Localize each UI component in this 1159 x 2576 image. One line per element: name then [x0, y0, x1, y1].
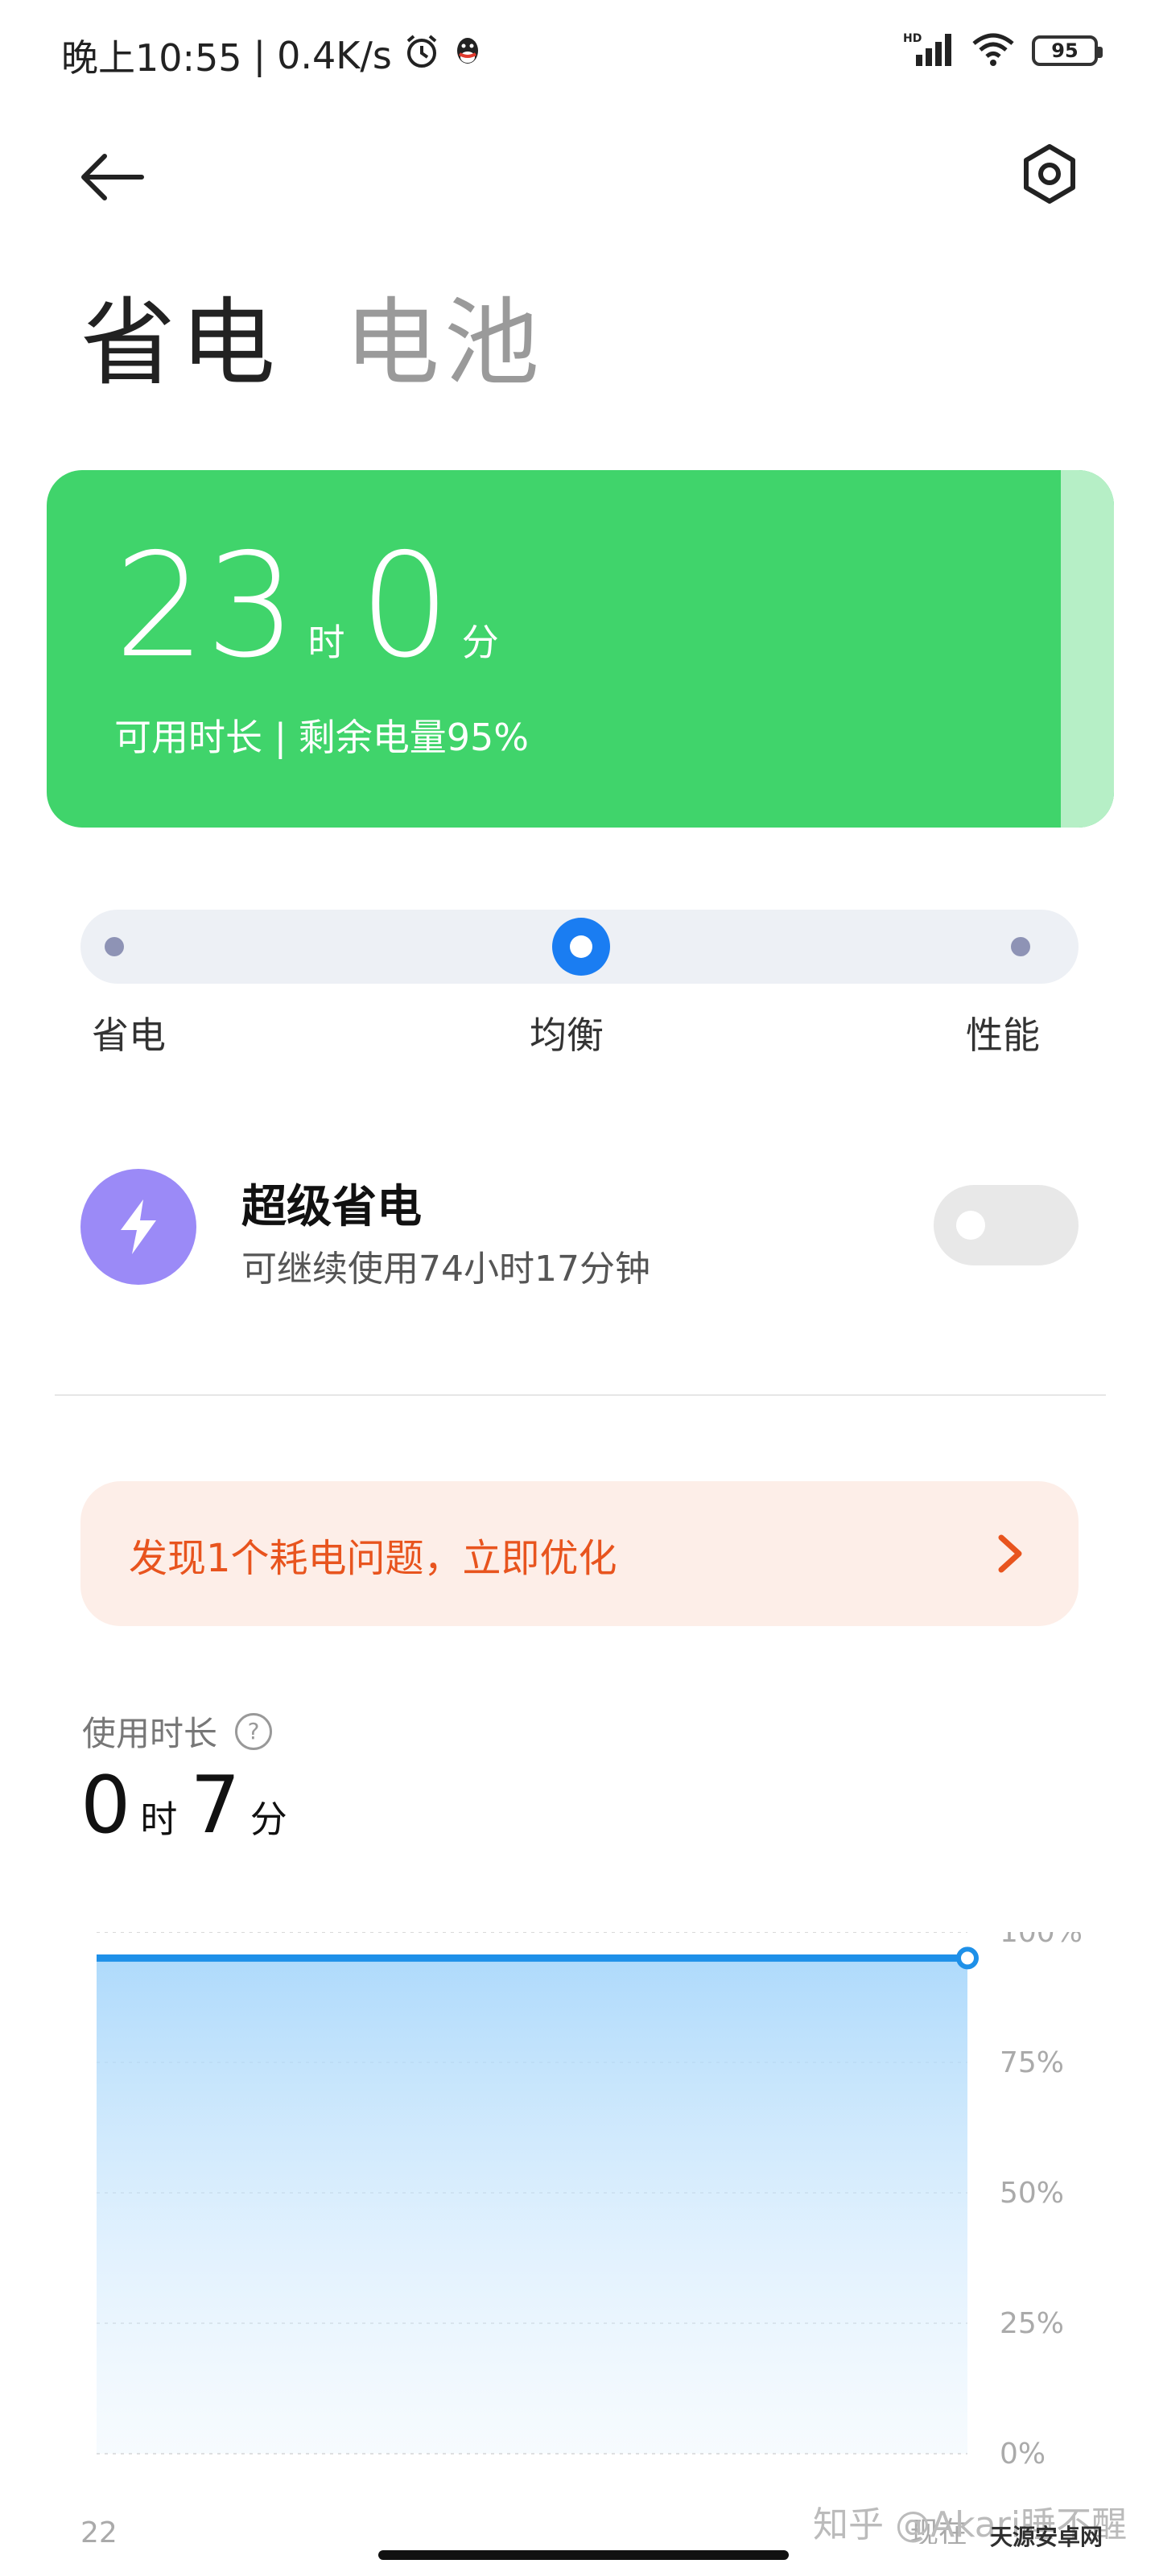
- optimize-banner[interactable]: 发现1个耗电问题，立即优化: [80, 1481, 1079, 1626]
- battery-card-edge: [1061, 470, 1114, 828]
- super-saver-toggle[interactable]: [934, 1185, 1079, 1265]
- area-fill: [97, 1958, 967, 2454]
- wifi-icon: [971, 31, 1016, 71]
- y-tick-label: 100%: [1000, 1932, 1083, 1949]
- status-time: 晚上10:55: [61, 36, 242, 80]
- battery-card-subtitle: 可用时长 | 剩余电量95%: [114, 716, 529, 759]
- home-indicator[interactable]: [378, 2550, 789, 2560]
- usage-minutes-unit: 分: [250, 1798, 287, 1841]
- mode-label-saving[interactable]: 省电: [92, 1006, 166, 1059]
- status-bar: 晚上10:55 | 0.4K/s HD 95: [0, 0, 1159, 105]
- qq-icon: [452, 33, 484, 79]
- alarm-icon: [403, 33, 440, 79]
- section-divider: [55, 1394, 1106, 1396]
- battery-level: 95: [1051, 39, 1079, 62]
- usage-label: 使用时长 ?: [82, 1707, 273, 1756]
- usage-hours: 0: [80, 1760, 131, 1852]
- mode-label-performance[interactable]: 性能: [966, 1006, 1040, 1059]
- lightning-icon: [121, 1199, 156, 1254]
- usage-label-text: 使用时长: [82, 1714, 218, 1753]
- signal-icon: HD: [903, 31, 955, 71]
- usage-value: 0 时 7 分: [80, 1766, 300, 1845]
- mode-slider-knob[interactable]: [552, 918, 610, 976]
- y-tick-label: 50%: [1000, 2177, 1064, 2210]
- network-speed: 0.4K/s: [277, 34, 392, 77]
- watermark-logo: 天源安卓网: [990, 2524, 1103, 2550]
- remaining-hours: 23: [114, 522, 297, 689]
- super-saver-title: 超级省电: [241, 1181, 422, 1233]
- minutes-unit: 分: [461, 621, 499, 664]
- remaining-time: 23 时 0 分: [114, 535, 514, 678]
- tab-battery[interactable]: 电池: [344, 266, 544, 403]
- gear-icon: [1024, 144, 1075, 204]
- status-separator: |: [253, 34, 266, 77]
- toggle-knob: [956, 1211, 985, 1240]
- chart-y-axis: 100% 75% 50% 25% 0%: [1000, 1932, 1083, 2471]
- remaining-minutes: 0: [359, 522, 451, 689]
- battery-time-card: 23 时 0 分 可用时长 | 剩余电量95%: [47, 470, 1114, 828]
- usage-hours-unit: 时: [140, 1798, 178, 1841]
- battery-chart: 100%75%50%25%0% 22 现在: [80, 1932, 1083, 2544]
- mode-dot-saving[interactable]: [105, 937, 124, 956]
- hd-label: HD: [903, 32, 922, 45]
- back-arrow-icon: [81, 154, 144, 200]
- chart-series: [97, 1946, 979, 2454]
- super-saver-icon-wrap: [80, 1169, 196, 1285]
- mode-dot-performance[interactable]: [1011, 937, 1030, 956]
- y-tick-label: 25%: [1000, 2307, 1064, 2340]
- data-point: [956, 1946, 979, 1970]
- usage-minutes: 7: [190, 1760, 241, 1852]
- hours-unit: 时: [307, 621, 345, 664]
- status-right: HD 95: [903, 31, 1103, 71]
- battery-page: 晚上10:55 | 0.4K/s HD 95 省电 电池 23 时 0 分 可用…: [0, 0, 1159, 2576]
- super-saver-subtitle: 可继续使用74小时17分钟: [241, 1249, 650, 1290]
- x-tick-label: 22: [80, 2516, 118, 2544]
- battery-indicator: 95: [1032, 35, 1103, 66]
- chevron-right-icon: [998, 1534, 1022, 1573]
- status-left: 晚上10:55 | 0.4K/s: [61, 29, 484, 82]
- mode-label-balanced[interactable]: 均衡: [530, 1006, 604, 1059]
- optimize-text: 发现1个耗电问题，立即优化: [129, 1536, 617, 1581]
- settings-button[interactable]: [1009, 134, 1090, 214]
- y-tick-label: 75%: [1000, 2046, 1064, 2079]
- help-icon[interactable]: ?: [235, 1712, 273, 1750]
- power-mode-slider[interactable]: [80, 910, 1079, 984]
- y-tick-label: 0%: [1000, 2438, 1046, 2471]
- back-button[interactable]: [72, 137, 153, 217]
- tab-power-saving[interactable]: 省电: [80, 266, 280, 403]
- page-tabs: 省电 电池: [80, 266, 544, 403]
